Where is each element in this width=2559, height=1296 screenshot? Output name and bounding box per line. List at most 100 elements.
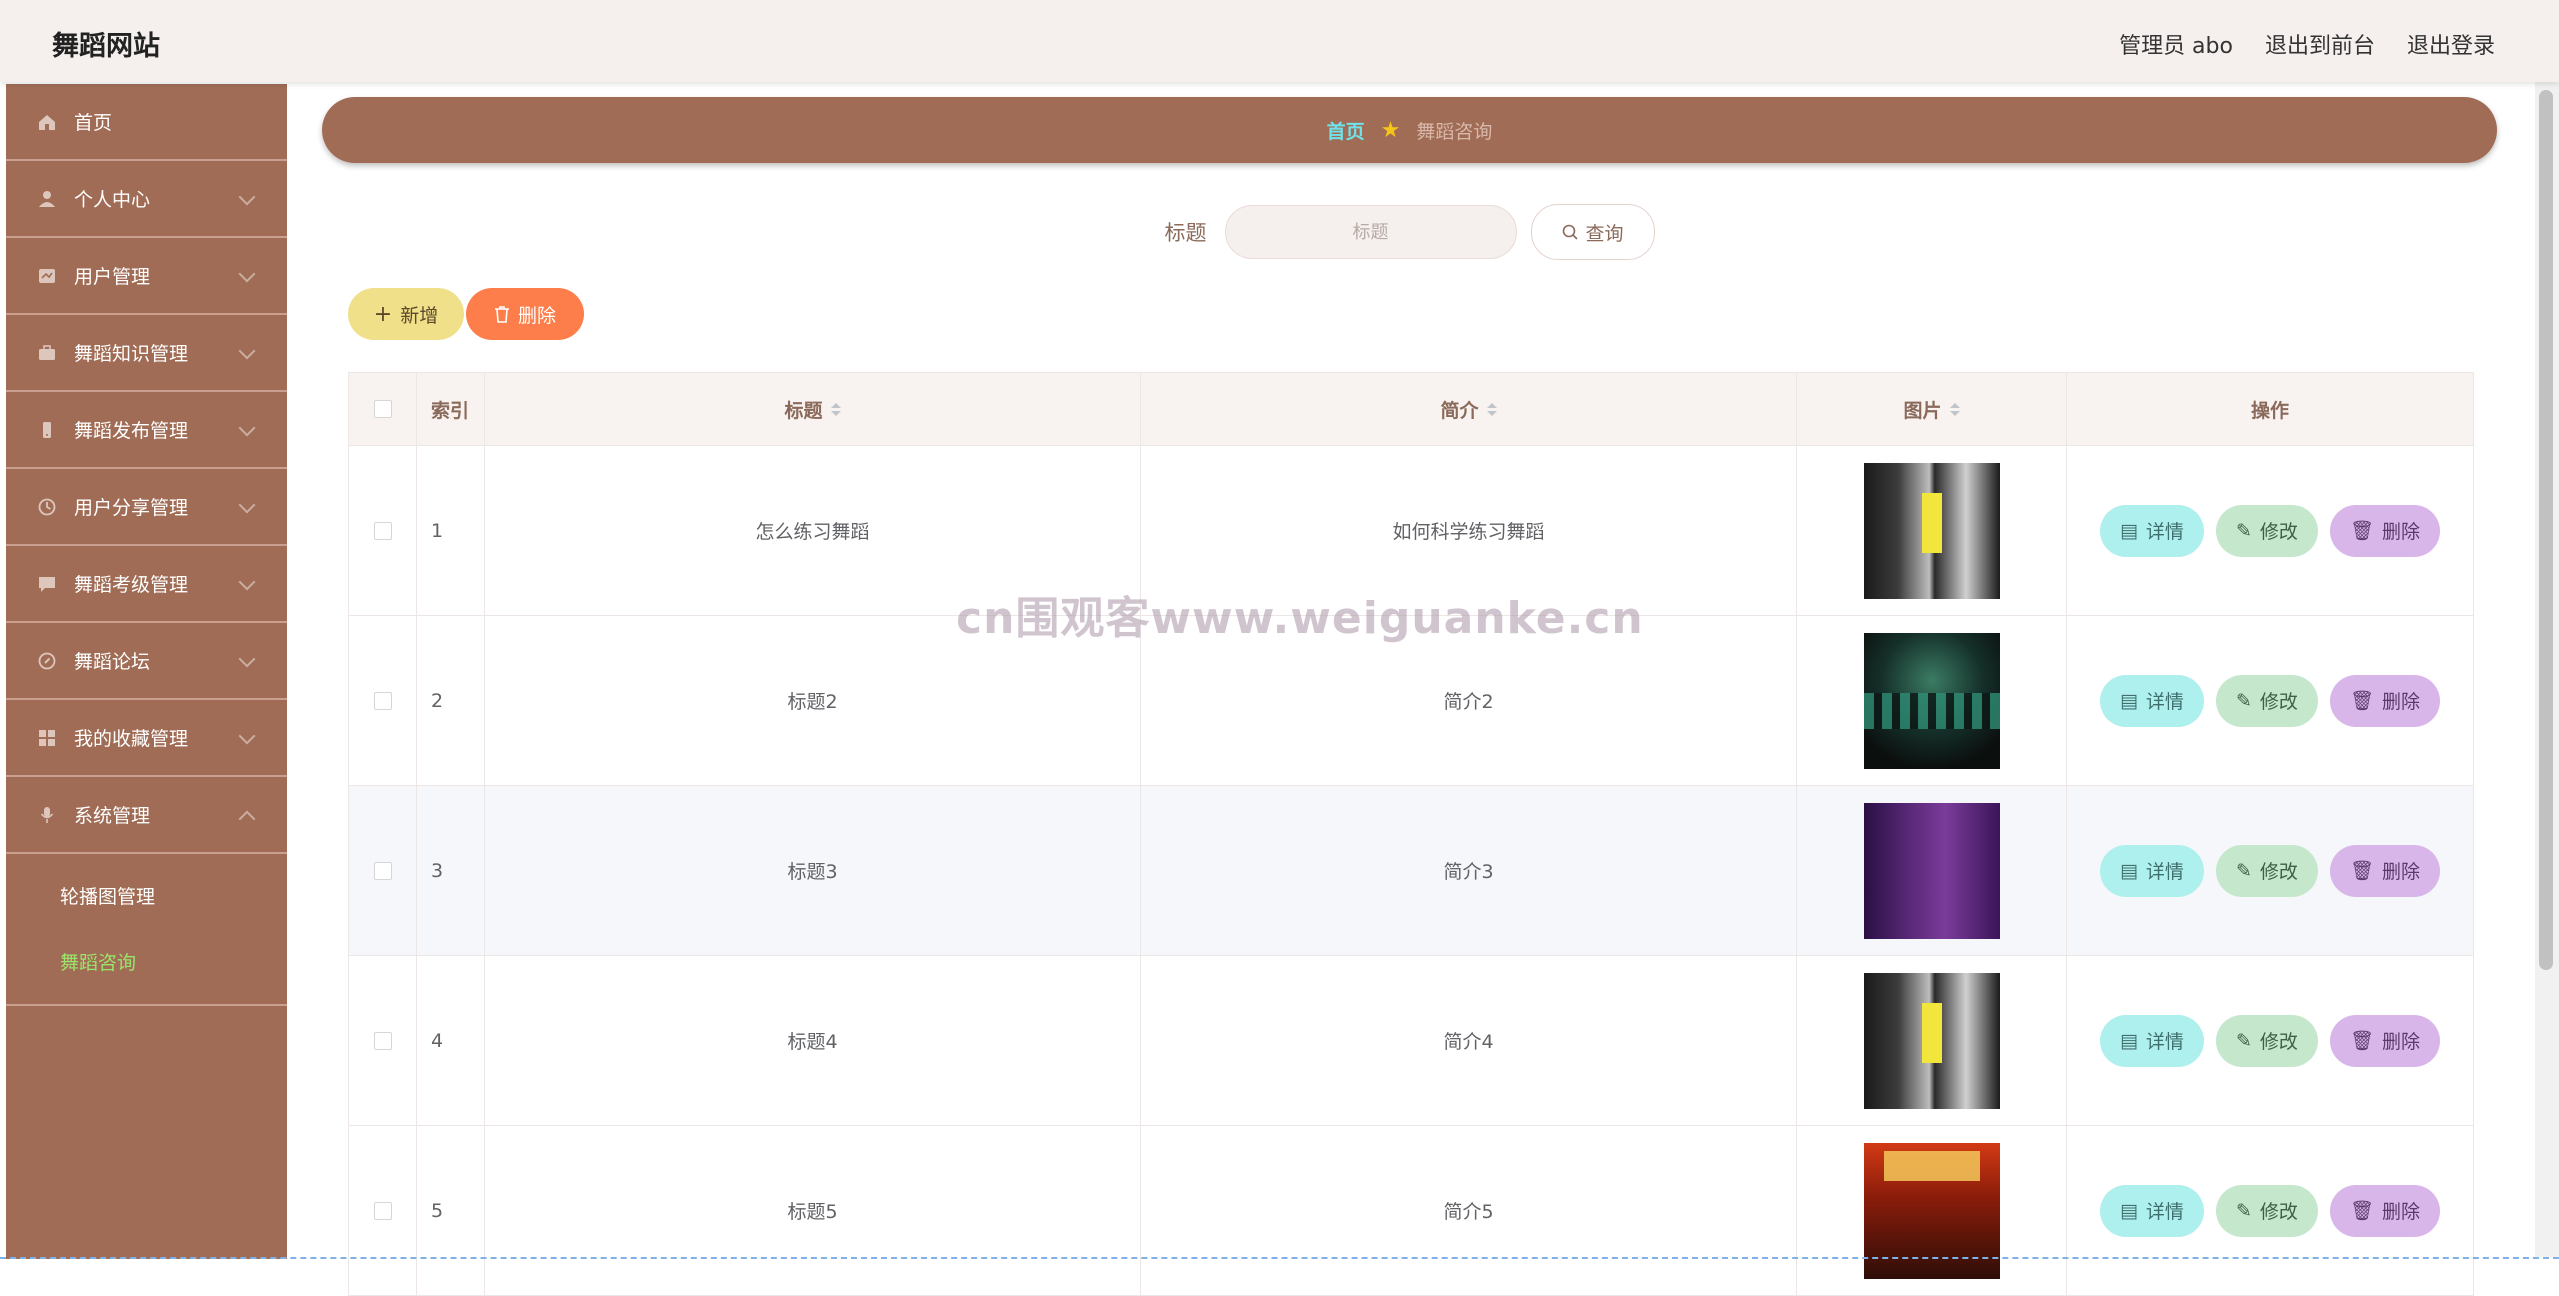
edit-button[interactable]: ✎ 修改 <box>2215 1184 2318 1237</box>
plus-icon: + <box>373 301 393 327</box>
table-row: 1 怎么练习舞蹈 如何科学练习舞蹈 ▤ 详情 ✎ 修改 🗑 删除 <box>349 446 2473 616</box>
delete-label: 删除 <box>2382 1201 2421 1223</box>
pencil-icon: ✎ <box>2235 1199 2252 1222</box>
detail-button[interactable]: ▤ 详情 <box>2099 1184 2204 1237</box>
row-checkbox[interactable] <box>373 1201 392 1220</box>
row-checkbox-cell <box>349 956 417 1125</box>
row-thumbnail[interactable] <box>1863 462 2000 599</box>
row-checkbox[interactable] <box>373 1031 392 1050</box>
row-intro: 简介4 <box>1141 956 1797 1125</box>
delete-button[interactable]: 🗑 删除 <box>2329 1184 2441 1237</box>
edit-button[interactable]: ✎ 修改 <box>2215 674 2318 727</box>
header-title[interactable]: 标题 <box>485 373 1141 445</box>
sidebar-item-dance-knowledge[interactable]: 舞蹈知识管理 <box>6 315 287 392</box>
search-row: 标题 查询 <box>322 204 2497 260</box>
trash-icon: 🗑 <box>2349 1200 2374 1222</box>
detail-label: 详情 <box>2145 521 2184 543</box>
row-intro: 简介3 <box>1141 786 1797 955</box>
detail-label: 详情 <box>2145 1031 2184 1053</box>
detail-button[interactable]: ▤ 详情 <box>2099 504 2204 557</box>
delete-button[interactable]: 🗑 删除 <box>2329 504 2441 557</box>
clock-icon <box>36 496 58 518</box>
edit-label: 修改 <box>2259 861 2298 883</box>
delete-button[interactable]: 🗑 删除 <box>2329 674 2441 727</box>
breadcrumb-home[interactable]: 首页 <box>1327 117 1365 144</box>
delete-button[interactable]: 🗑 删除 <box>2329 844 2441 897</box>
scrollbar-thumb[interactable] <box>2539 90 2553 970</box>
sidebar-item-user-share[interactable]: 用户分享管理 <box>6 469 287 546</box>
sidebar-item-profile[interactable]: 个人中心 <box>6 161 287 238</box>
row-ops: ▤ 详情 ✎ 修改 🗑 删除 <box>2067 956 2473 1125</box>
row-intro: 简介5 <box>1141 1126 1797 1295</box>
pencil-icon: ✎ <box>2235 689 2252 712</box>
trash-icon: 🗑 <box>2349 860 2374 882</box>
row-thumbnail[interactable] <box>1863 632 2000 769</box>
edit-button[interactable]: ✎ 修改 <box>2215 1014 2318 1067</box>
sidebar-subitem-dance-consult[interactable]: 舞蹈咨询 <box>6 928 287 994</box>
chat-icon <box>36 573 58 595</box>
add-button[interactable]: + 新增 <box>348 288 464 340</box>
row-checkbox[interactable] <box>373 691 392 710</box>
chevron-up-icon <box>238 810 256 828</box>
exit-to-front-link[interactable]: 退出到前台 <box>2265 28 2375 60</box>
batch-delete-button[interactable]: 删除 <box>466 288 584 340</box>
card-icon <box>36 265 58 287</box>
sidebar-item-label: 舞蹈论坛 <box>74 651 151 673</box>
system-submenu: 轮播图管理 舞蹈咨询 <box>6 854 287 1006</box>
add-button-label: 新增 <box>400 304 439 327</box>
sidebar-item-label: 舞蹈考级管理 <box>74 574 189 596</box>
delete-button[interactable]: 🗑 删除 <box>2329 1014 2441 1067</box>
sidebar-item-label: 舞蹈知识管理 <box>74 343 189 365</box>
table-header-row: 索引 标题 简介 图片 操作 <box>349 373 2473 446</box>
document-icon: ▤ <box>2119 859 2138 882</box>
edit-button[interactable]: ✎ 修改 <box>2215 844 2318 897</box>
row-ops: ▤ 详情 ✎ 修改 🗑 删除 <box>2067 446 2473 615</box>
row-thumbnail[interactable] <box>1863 802 2000 939</box>
logout-link[interactable]: 退出登录 <box>2407 28 2495 60</box>
row-thumbnail[interactable] <box>1863 972 2000 1109</box>
row-ops: ▤ 详情 ✎ 修改 🗑 删除 <box>2067 1126 2473 1295</box>
detail-button[interactable]: ▤ 详情 <box>2099 674 2204 727</box>
row-picture-cell <box>1797 786 2067 955</box>
sidebar-item-dance-exam[interactable]: 舞蹈考级管理 <box>6 546 287 623</box>
search-input[interactable] <box>1224 205 1517 259</box>
sidebar-item-dance-publish[interactable]: 舞蹈发布管理 <box>6 392 287 469</box>
sort-icon[interactable] <box>830 402 841 416</box>
detail-button[interactable]: ▤ 详情 <box>2099 1014 2204 1067</box>
detail-label: 详情 <box>2145 691 2184 713</box>
detail-button[interactable]: ▤ 详情 <box>2099 844 2204 897</box>
row-checkbox[interactable] <box>373 861 392 880</box>
admin-user-label[interactable]: 管理员 abo <box>2119 28 2233 60</box>
sidebar-subitem-carousel[interactable]: 轮播图管理 <box>6 862 287 928</box>
edit-label: 修改 <box>2259 1031 2298 1053</box>
top-actions: 管理员 abo 退出到前台 退出登录 <box>2119 28 2495 60</box>
detail-label: 详情 <box>2145 1201 2184 1223</box>
sidebar-item-users[interactable]: 用户管理 <box>6 238 287 315</box>
row-picture-cell <box>1797 616 2067 785</box>
row-title: 标题3 <box>485 786 1141 955</box>
header-picture[interactable]: 图片 <box>1797 373 2067 445</box>
row-checkbox[interactable] <box>373 521 392 540</box>
search-icon <box>1561 223 1579 241</box>
page-scrollbar[interactable] <box>2535 82 2559 1257</box>
row-title: 标题4 <box>485 956 1141 1125</box>
edit-button[interactable]: ✎ 修改 <box>2215 504 2318 557</box>
chevron-down-icon <box>238 188 256 206</box>
row-index: 2 <box>417 616 485 785</box>
header-intro[interactable]: 简介 <box>1141 373 1797 445</box>
header-intro-label: 简介 <box>1440 399 1479 422</box>
query-button[interactable]: 查询 <box>1530 204 1655 260</box>
row-ops: ▤ 详情 ✎ 修改 🗑 删除 <box>2067 786 2473 955</box>
sidebar-item-favorites[interactable]: 我的收藏管理 <box>6 700 287 777</box>
sidebar-item-home[interactable]: 首页 <box>6 84 287 161</box>
select-all-checkbox[interactable] <box>373 400 392 418</box>
sidebar-item-forum[interactable]: 舞蹈论坛 <box>6 623 287 700</box>
grid-icon <box>36 727 58 749</box>
sidebar: 首页 个人中心 用户管理 舞蹈知识管理 舞蹈发布管理 用户分享管理 舞蹈考级管理… <box>6 84 287 1259</box>
sidebar-item-label: 首页 <box>74 112 113 134</box>
sort-icon[interactable] <box>1486 402 1497 416</box>
chevron-down-icon <box>238 573 256 591</box>
sort-icon[interactable] <box>1949 402 1960 416</box>
sidebar-item-system[interactable]: 系统管理 <box>6 777 287 854</box>
row-picture-cell <box>1797 956 2067 1125</box>
